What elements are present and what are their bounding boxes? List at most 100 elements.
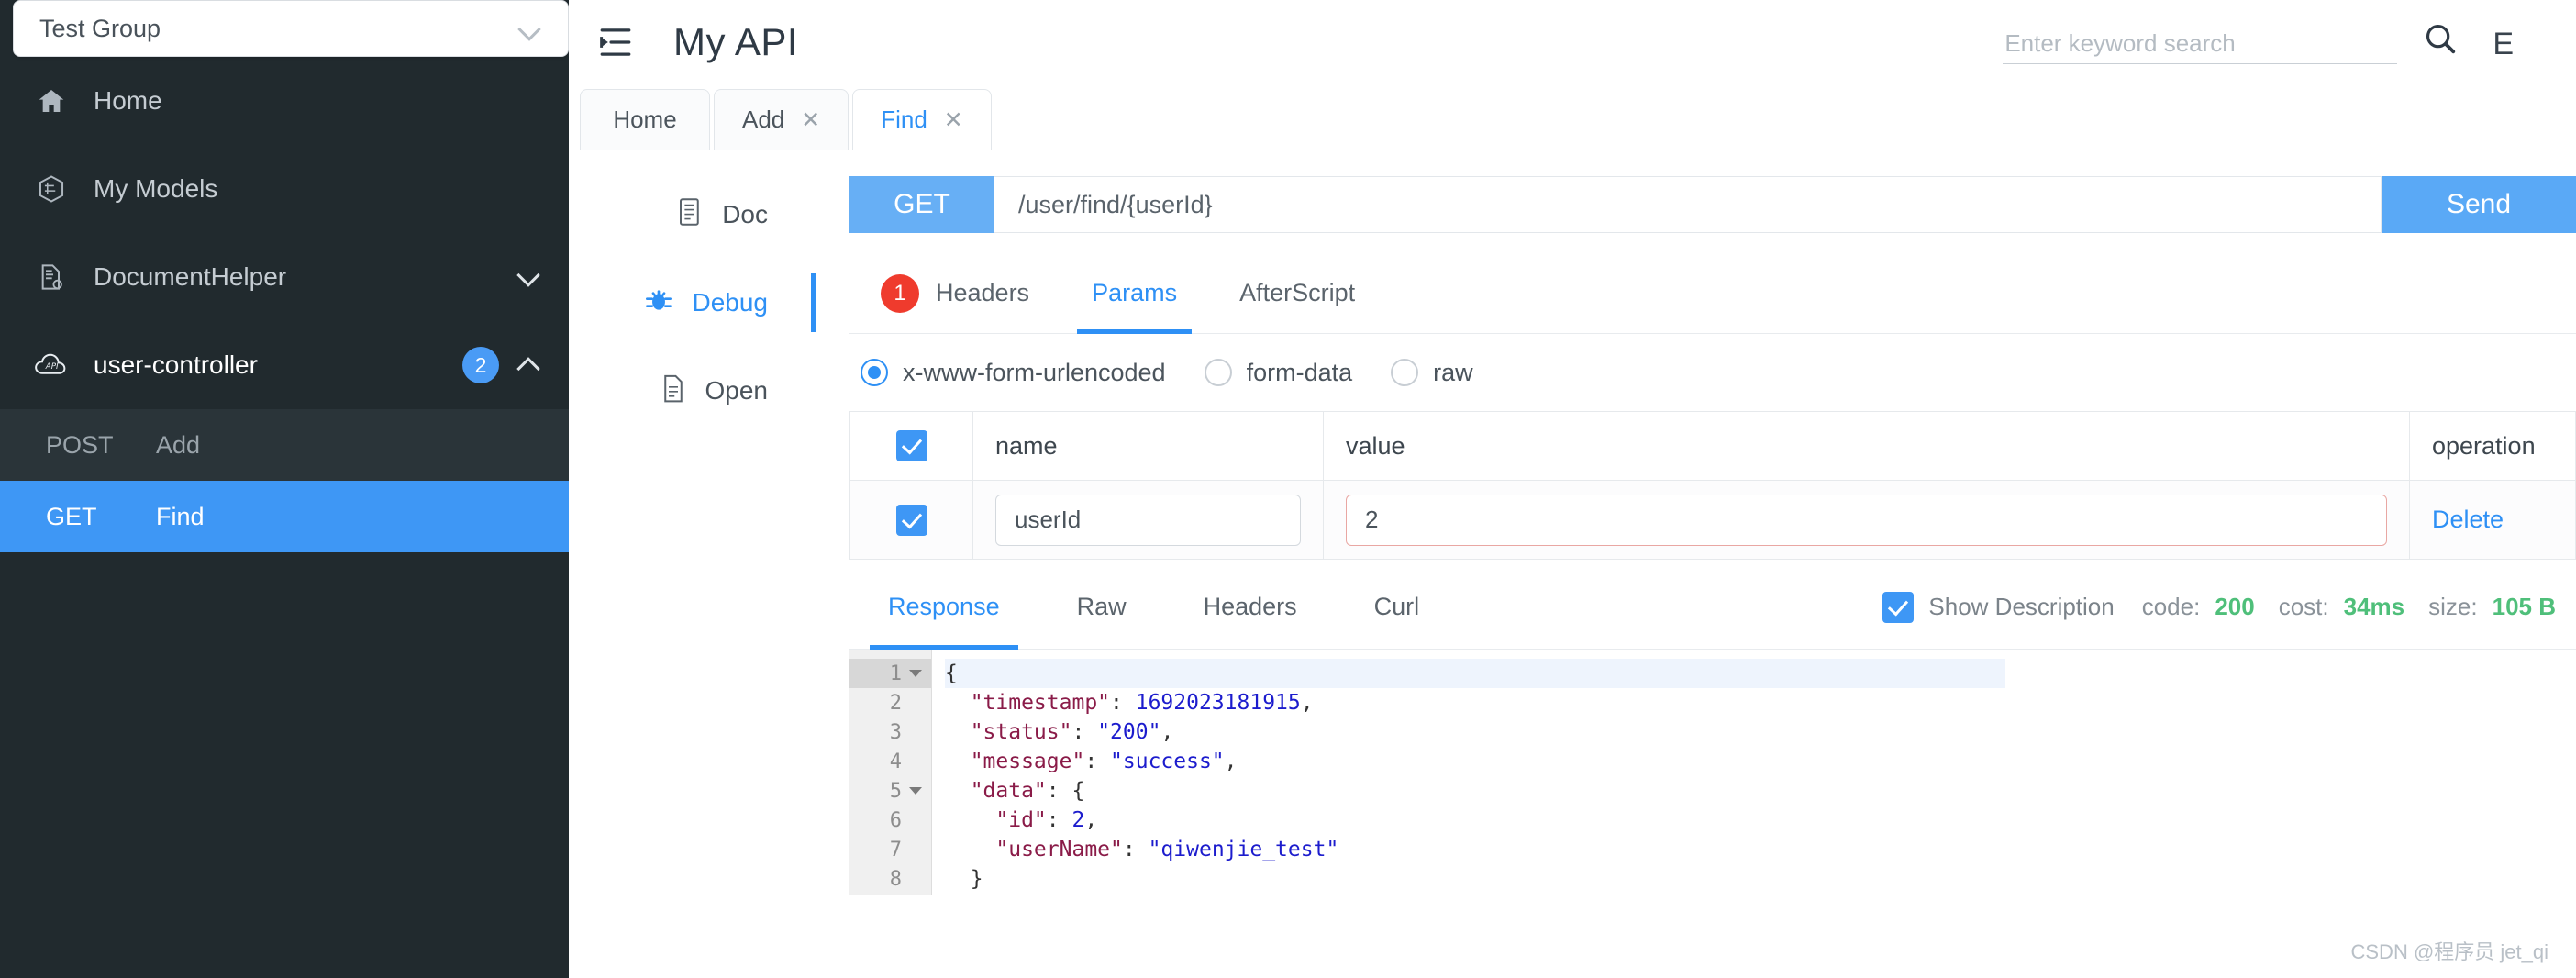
column-header-name: name [973, 412, 1324, 480]
checkbox-checked-icon[interactable] [895, 430, 927, 461]
request-tab-params-label: Params [1092, 279, 1178, 306]
cube-icon [28, 171, 75, 207]
response-tabs: Response Raw Headers Curl Show Descripti… [849, 565, 2576, 650]
editor-code-line: "userName": "qiwenjie_test" [945, 838, 1339, 861]
status-badge: 2 [462, 347, 499, 383]
url-input[interactable] [994, 176, 2382, 233]
send-button[interactable]: Send [2382, 176, 2576, 233]
column-header-value: value [1324, 412, 2410, 480]
select-all-cell[interactable] [850, 412, 973, 480]
editor-code-line: { [945, 659, 2005, 688]
watermark: CSDN @程序员 jet_qi [2350, 940, 2549, 963]
app-root: Test Group Home My Models DocumentHelper… [0, 0, 2576, 978]
checkbox-checked-icon[interactable] [895, 504, 927, 536]
api-cloud-icon: API [28, 347, 75, 383]
topbar: My API E [569, 0, 2576, 84]
close-icon[interactable]: ✕ [944, 106, 963, 134]
tab-find-label: Find [881, 106, 927, 133]
params-table-header: name value operation [850, 412, 2575, 480]
api-row-find-name: Find [156, 502, 205, 530]
editor-line-number: 4 [889, 750, 902, 773]
param-value-input[interactable] [1346, 494, 2387, 546]
cost-value: 34ms [2343, 593, 2405, 620]
param-name-input[interactable] [995, 494, 1301, 546]
request-tab-afterscript[interactable]: AfterScript [1208, 253, 1386, 334]
tab-home[interactable]: Home [580, 89, 710, 150]
edge-cut-letter: E [2493, 27, 2514, 61]
column-header-operation: operation [2432, 431, 2536, 460]
tabbar: Home Add ✕ Find ✕ [569, 84, 2576, 150]
main-panel: My API E Home Add ✕ Find ✕ [569, 0, 2576, 978]
search-input[interactable] [2003, 24, 2398, 64]
vnav-item-doc[interactable]: Doc [569, 171, 816, 259]
menu-collapse-icon[interactable] [594, 21, 637, 63]
cost-label: cost: [2278, 593, 2329, 620]
radio-x-www-form-urlencoded[interactable]: x-www-form-urlencoded [861, 359, 1166, 387]
tab-add-label: Add [742, 106, 785, 133]
vnav-item-debug-label: Debug [692, 288, 768, 317]
response-tab-response-label: Response [888, 593, 1000, 620]
param-value-cell [1324, 481, 2410, 559]
editor-line-number: 3 [889, 720, 902, 744]
close-icon[interactable]: ✕ [801, 106, 820, 134]
request-tab-headers[interactable]: 1 Headers [849, 253, 1060, 334]
editor-code-line: } [945, 894, 2005, 895]
editor-line-number: 1 [849, 659, 931, 688]
tab-add[interactable]: Add ✕ [714, 89, 849, 150]
tab-find[interactable]: Find ✕ [852, 89, 992, 150]
sidebar-item-home-label: Home [94, 86, 162, 115]
sidebar-item-user-controller[interactable]: API user-controller 2 [0, 321, 569, 409]
home-icon [28, 83, 75, 119]
group-select-value: Test Group [39, 14, 161, 42]
request-tab-afterscript-label: AfterScript [1239, 279, 1356, 306]
sidebar-item-document-helper-label: DocumentHelper [94, 262, 287, 291]
headers-count-badge: 1 [881, 273, 919, 313]
vnav-item-open[interactable]: Open [569, 347, 816, 435]
api-row-add[interactable]: POST Add [0, 409, 569, 481]
response-tab-headers[interactable]: Headers [1165, 565, 1336, 650]
editor-line-number: 2 [889, 691, 902, 715]
chevron-down-icon [518, 17, 542, 40]
radio-form-data[interactable]: form-data [1204, 359, 1352, 387]
radio-unselected-icon [1204, 359, 1232, 386]
response-tab-curl[interactable]: Curl [1336, 565, 1459, 650]
response-body-editor[interactable]: 1 2 3 4 56 7 8 9 { "timestamp": 1692023181915, … [849, 650, 2005, 895]
search-area: E [2003, 0, 2514, 84]
sidebar-item-home[interactable]: Home [0, 57, 569, 145]
page-title: My API [673, 20, 799, 63]
sidebar-item-document-helper[interactable]: DocumentHelper [0, 233, 569, 321]
vnav-item-open-label: Open [705, 376, 769, 405]
editor-code-line: } [945, 867, 983, 891]
delete-param-button[interactable]: Delete [2410, 481, 2575, 559]
response-tab-raw[interactable]: Raw [1038, 565, 1165, 650]
method-badge[interactable]: GET [849, 176, 994, 233]
editor-line-number: 5 [849, 776, 931, 806]
editor-line-number: 6 [889, 808, 902, 832]
fold-toggle-icon[interactable] [909, 787, 922, 795]
code-label: code: [2141, 593, 2201, 620]
request-tab-params[interactable]: Params [1060, 253, 1208, 334]
param-name-cell [973, 481, 1324, 559]
document-gear-icon [28, 259, 75, 295]
radio-raw[interactable]: raw [1391, 359, 1473, 387]
content: Doc Debug Open GET /user/find/{userId} S… [569, 150, 2576, 978]
api-row-add-name: Add [156, 430, 201, 459]
show-description-checkbox[interactable] [1882, 591, 1915, 623]
file-icon [660, 372, 687, 410]
api-row-find[interactable]: GET Find [0, 481, 569, 552]
row-checkbox-cell[interactable] [850, 481, 973, 559]
chevron-down-icon[interactable] [516, 263, 543, 291]
size-label: size: [2428, 593, 2478, 620]
chevron-up-icon[interactable] [516, 351, 543, 379]
group-select[interactable]: Test Group [13, 0, 569, 57]
response-tab-response[interactable]: Response [849, 565, 1038, 650]
code-value: 200 [2215, 593, 2255, 620]
editor-gutter: 1 2 3 4 56 7 8 9 [849, 650, 932, 895]
editor-code-area[interactable]: { "timestamp": 1692023181915, "status": … [932, 650, 2005, 895]
bug-icon [644, 285, 673, 321]
fold-toggle-icon[interactable] [909, 670, 922, 677]
vnav-item-debug[interactable]: Debug [569, 259, 816, 347]
sidebar-item-my-models[interactable]: My Models [0, 145, 569, 233]
editor-code-line: "id": 2, [945, 808, 1098, 832]
search-icon[interactable] [2423, 21, 2458, 61]
